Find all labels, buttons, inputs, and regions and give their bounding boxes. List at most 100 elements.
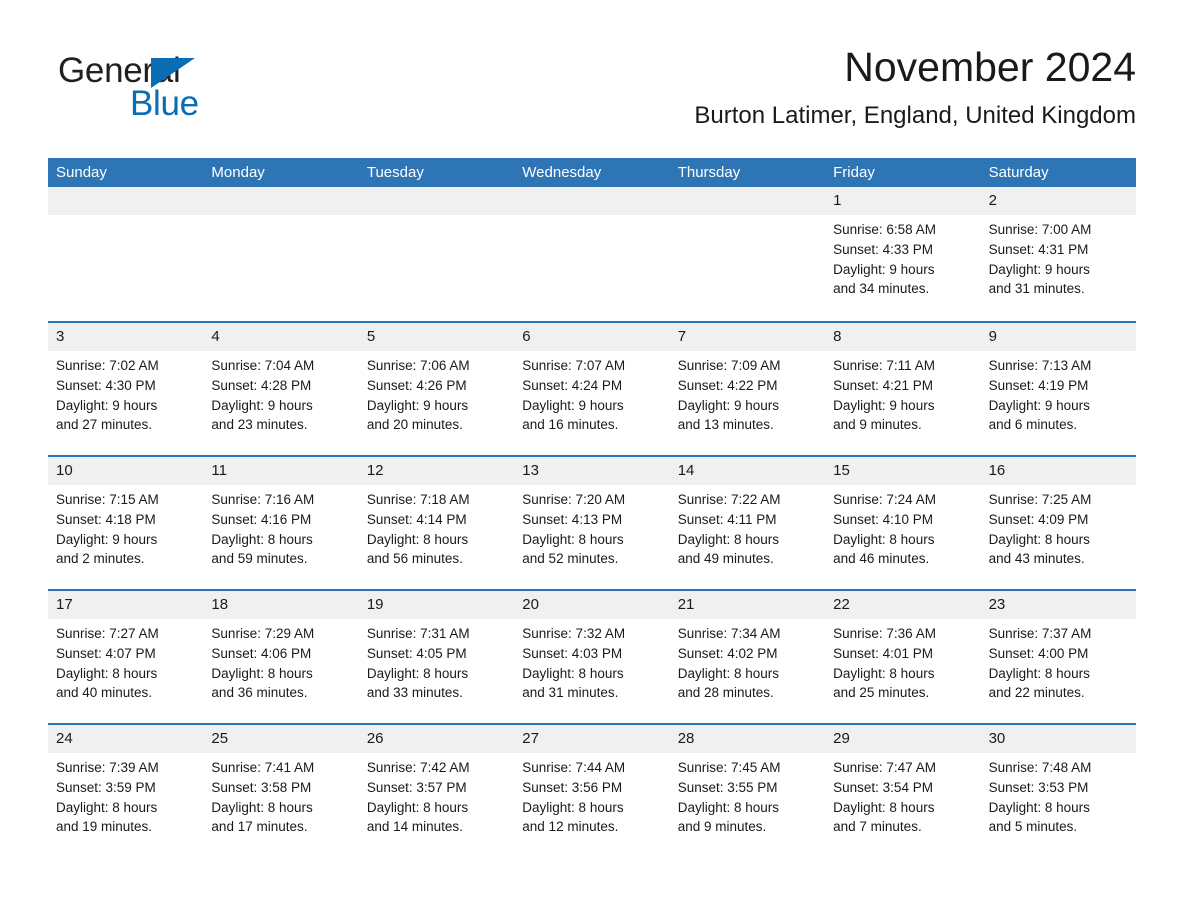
- page-subtitle: Burton Latimer, England, United Kingdom: [694, 102, 1136, 130]
- day-details: Sunrise: 7:15 AM Sunset: 4:18 PM Daylight:…: [48, 485, 203, 569]
- day-number: 21: [669, 591, 826, 619]
- calendar-week-row: 24 Sunrise: 7:39 AM Sunset: 3:59 PM Dayligh…: [48, 723, 1136, 857]
- sunset-text: Sunset: 4:21 PM: [833, 377, 933, 393]
- day-cell-2[interactable]: 2 Sunrise: 7:00 AM Sunset: 4:31 PM Daylight…: [980, 187, 1136, 321]
- sunset-text: Sunset: 4:01 PM: [833, 645, 933, 661]
- day-cell-1[interactable]: 1 Sunrise: 6:58 AM Sunset: 4:33 PM Daylight…: [825, 187, 981, 321]
- daylight-text-line2: and 46 minutes.: [833, 551, 930, 567]
- day-cell-9[interactable]: 9 Sunrise: 7:13 AM Sunset: 4:19 PM Daylight…: [980, 323, 1136, 455]
- sunset-text: Sunset: 4:24 PM: [522, 377, 623, 393]
- calendar-week-row: 10 Sunrise: 7:15 AM Sunset: 4:18 PM Dayligh…: [48, 455, 1136, 589]
- day-number: [358, 187, 515, 215]
- daylight-text-line1: Daylight: 9 hours: [56, 397, 158, 413]
- day-number: 29: [825, 725, 981, 753]
- sunset-text: Sunset: 4:02 PM: [677, 645, 778, 661]
- day-cell-27[interactable]: 27 Sunrise: 7:44 AM Sunset: 3:56 PM Dayligh…: [514, 725, 670, 857]
- day-number: 20: [514, 591, 670, 619]
- day-number: 18: [203, 591, 359, 619]
- daylight-text-line2: and 19 minutes.: [56, 819, 153, 835]
- daylight-text-line1: Daylight: 8 hours: [56, 799, 158, 815]
- day-cell-4[interactable]: 4 Sunrise: 7:04 AM Sunset: 4:28 PM Daylight…: [203, 323, 359, 455]
- day-cell-21[interactable]: 21 Sunrise: 7:34 AM Sunset: 4:02 PM Dayligh…: [669, 591, 826, 723]
- day-cell-22[interactable]: 22 Sunrise: 7:36 AM Sunset: 4:01 PM Dayligh…: [825, 591, 981, 723]
- day-details: Sunrise: 7:37 AM Sunset: 4:00 PM Daylight:…: [981, 619, 1136, 703]
- day-details: Sunrise: 7:04 AM Sunset: 4:28 PM Daylight:…: [203, 351, 358, 435]
- day-details: Sunrise: 7:36 AM Sunset: 4:01 PM Daylight:…: [825, 619, 980, 703]
- sunrise-text: Sunrise: 7:07 AM: [522, 358, 626, 373]
- day-number: [203, 187, 359, 215]
- day-cell-24[interactable]: 24 Sunrise: 7:39 AM Sunset: 3:59 PM Dayligh…: [48, 725, 204, 857]
- sunrise-text: Sunrise: 7:42 AM: [366, 760, 470, 775]
- day-number: [48, 187, 204, 215]
- daylight-text-line2: and 17 minutes.: [211, 819, 308, 835]
- day-cell-8[interactable]: 8 Sunrise: 7:11 AM Sunset: 4:21 PM Daylight…: [825, 323, 981, 455]
- calendar-week-row: 3 Sunrise: 7:02 AM Sunset: 4:30 PM Daylight…: [48, 321, 1136, 455]
- sunrise-text: Sunrise: 7:27 AM: [56, 626, 159, 641]
- day-number: 9: [980, 323, 1136, 351]
- day-number: 25: [203, 725, 359, 753]
- day-cell-3[interactable]: 3 Sunrise: 7:02 AM Sunset: 4:30 PM Daylight…: [48, 323, 204, 455]
- day-cell-empty: [514, 187, 670, 321]
- daylight-text-line2: and 16 minutes.: [522, 417, 619, 433]
- day-cell-26[interactable]: 26 Sunrise: 7:42 AM Sunset: 3:57 PM Dayligh…: [358, 725, 515, 857]
- day-cell-7[interactable]: 7 Sunrise: 7:09 AM Sunset: 4:22 PM Daylight…: [669, 323, 826, 455]
- day-cell-19[interactable]: 19 Sunrise: 7:31 AM Sunset: 4:05 PM Dayligh…: [358, 591, 515, 723]
- day-cell-23[interactable]: 23 Sunrise: 7:37 AM Sunset: 4:00 PM Dayligh…: [980, 591, 1136, 723]
- day-cell-11[interactable]: 11 Sunrise: 7:16 AM Sunset: 4:16 PM Dayligh…: [203, 457, 359, 589]
- weekday-header-sunday: Sunday: [56, 164, 107, 181]
- daylight-text-line1: Daylight: 8 hours: [522, 799, 624, 815]
- day-cell-29[interactable]: 29 Sunrise: 7:47 AM Sunset: 3:54 PM Dayligh…: [825, 725, 981, 857]
- day-cell-5[interactable]: 5 Sunrise: 7:06 AM Sunset: 4:26 PM Daylight…: [358, 323, 515, 455]
- generalblue-logo[interactable]: General Blue: [58, 44, 358, 124]
- sunrise-text: Sunrise: 7:39 AM: [56, 760, 159, 775]
- logo-text-blue: Blue: [130, 84, 199, 123]
- day-cell-28[interactable]: 28 Sunrise: 7:45 AM Sunset: 3:55 PM Dayligh…: [669, 725, 826, 857]
- daylight-text-line1: Daylight: 8 hours: [366, 531, 469, 547]
- sunrise-text: Sunrise: 7:09 AM: [677, 358, 781, 373]
- day-cell-empty: [48, 187, 204, 321]
- daylight-text-line1: Daylight: 8 hours: [677, 531, 780, 547]
- title-block: November 2024 Burton Latimer, England, U…: [358, 44, 1136, 129]
- sunrise-text: Sunrise: 7:04 AM: [211, 358, 315, 373]
- day-cell-18[interactable]: 18 Sunrise: 7:29 AM Sunset: 4:06 PM Dayligh…: [203, 591, 359, 723]
- sunrise-text: Sunrise: 7:25 AM: [988, 492, 1092, 507]
- daylight-text-line2: and 31 minutes.: [522, 685, 619, 701]
- day-cell-30[interactable]: 30 Sunrise: 7:48 AM Sunset: 3:53 PM Dayligh…: [980, 725, 1136, 857]
- day-cell-14[interactable]: 14 Sunrise: 7:22 AM Sunset: 4:11 PM Dayligh…: [669, 457, 826, 589]
- day-cell-25[interactable]: 25 Sunrise: 7:41 AM Sunset: 3:58 PM Dayligh…: [203, 725, 359, 857]
- day-cell-12[interactable]: 12 Sunrise: 7:18 AM Sunset: 4:14 PM Dayligh…: [358, 457, 515, 589]
- weekday-header-saturday: Saturday: [988, 164, 1049, 181]
- day-cell-13[interactable]: 13 Sunrise: 7:20 AM Sunset: 4:13 PM Dayligh…: [514, 457, 670, 589]
- daylight-text-line2: and 43 minutes.: [988, 551, 1085, 567]
- daylight-text-line2: and 33 minutes.: [366, 685, 463, 701]
- day-cell-6[interactable]: 6 Sunrise: 7:07 AM Sunset: 4:24 PM Daylight…: [514, 323, 670, 455]
- daylight-text-line1: Daylight: 8 hours: [522, 665, 624, 681]
- day-details: Sunrise: 7:25 AM Sunset: 4:09 PM Daylight:…: [981, 485, 1136, 569]
- sunset-text: Sunset: 3:59 PM: [56, 779, 156, 795]
- sunset-text: Sunset: 4:19 PM: [988, 377, 1089, 393]
- calendar-grid: Sunday Monday Tuesday Wednesday Thursday Frid…: [48, 158, 1136, 857]
- daylight-text-line1: Daylight: 8 hours: [56, 665, 158, 681]
- calendar-week-row: 17 Sunrise: 7:27 AM Sunset: 4:07 PM Dayligh…: [48, 589, 1136, 723]
- day-cell-10[interactable]: 10 Sunrise: 7:15 AM Sunset: 4:18 PM Dayligh…: [48, 457, 204, 589]
- day-number: 12: [358, 457, 515, 485]
- sunrise-text: Sunrise: 7:44 AM: [522, 760, 626, 775]
- day-cell-17[interactable]: 17 Sunrise: 7:27 AM Sunset: 4:07 PM Dayligh…: [48, 591, 204, 723]
- day-number: [514, 187, 670, 215]
- day-number: 28: [669, 725, 826, 753]
- sunset-text: Sunset: 4:31 PM: [988, 241, 1089, 257]
- day-number: 23: [980, 591, 1136, 619]
- day-details: Sunrise: 7:41 AM Sunset: 3:58 PM Daylight:…: [203, 753, 358, 837]
- day-number: 16: [980, 457, 1136, 485]
- sunrise-text: Sunrise: 7:15 AM: [56, 492, 159, 507]
- sunset-text: Sunset: 4:33 PM: [833, 241, 933, 257]
- sunset-text: Sunset: 4:30 PM: [56, 377, 156, 393]
- sunset-text: Sunset: 4:13 PM: [522, 511, 623, 527]
- day-number: 8: [825, 323, 981, 351]
- day-details: Sunrise: 7:32 AM Sunset: 4:03 PM Daylight:…: [514, 619, 669, 703]
- sunrise-text: Sunrise: 7:11 AM: [833, 358, 935, 373]
- day-cell-empty: [669, 187, 826, 321]
- day-cell-16[interactable]: 16 Sunrise: 7:25 AM Sunset: 4:09 PM Dayligh…: [980, 457, 1136, 589]
- day-cell-15[interactable]: 15 Sunrise: 7:24 AM Sunset: 4:10 PM Dayligh…: [825, 457, 981, 589]
- day-cell-20[interactable]: 20 Sunrise: 7:32 AM Sunset: 4:03 PM Dayligh…: [514, 591, 670, 723]
